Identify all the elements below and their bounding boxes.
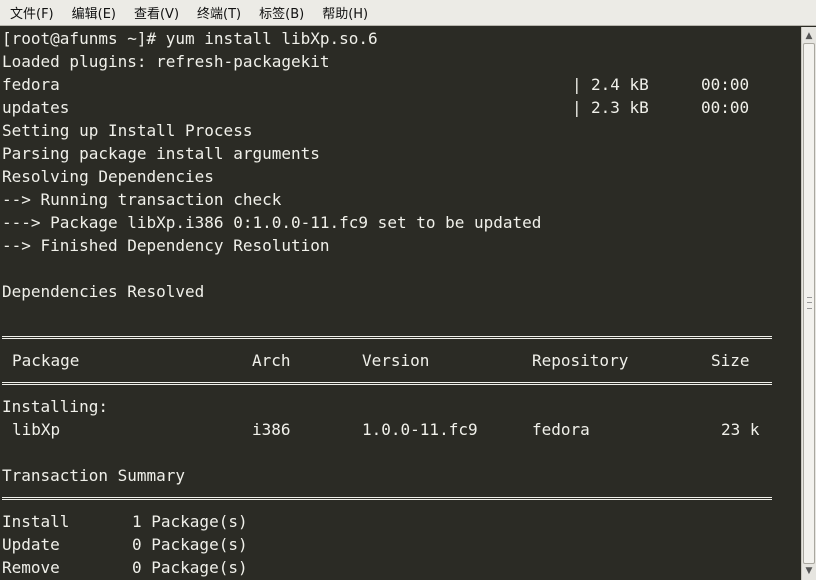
table-header: Package Arch Version Repository Size	[0, 349, 801, 372]
header-package: Package	[12, 351, 80, 370]
plugins-line: Loaded plugins: refresh-packagekit	[2, 52, 330, 71]
section-label: Installing:	[2, 397, 108, 416]
menu-view[interactable]: 查看(V)	[124, 3, 187, 22]
menu-tabs[interactable]: 标签(B)	[249, 3, 312, 22]
repo-size: 2.3 kB	[591, 98, 649, 117]
menu-help[interactable]: 帮助(H)	[312, 3, 376, 22]
cell-size: 23 k	[721, 420, 760, 439]
header-size: Size	[711, 351, 750, 370]
summary-row: Update 0 Package(s)	[0, 533, 801, 556]
repo-bar: |	[572, 75, 582, 94]
table-separator	[0, 487, 801, 510]
repo-line: updates | 2.3 kB 00:00	[0, 96, 801, 119]
repo-name: fedora	[2, 75, 60, 94]
log-line: Resolving Dependencies	[2, 167, 214, 186]
repo-name: updates	[2, 98, 70, 117]
repo-time: 00:00	[701, 98, 750, 117]
repo-time: 00:00	[701, 75, 750, 94]
header-arch: Arch	[252, 351, 291, 370]
menu-edit[interactable]: 编辑(E)	[62, 3, 124, 22]
resolved-line: Dependencies Resolved	[2, 282, 205, 301]
menu-file[interactable]: 文件(F)	[0, 3, 62, 22]
prompt-line: [root@afunms ~]# yum install libXp.so.6	[2, 29, 378, 48]
repo-line: fedora | 2.4 kB 00:00	[0, 73, 801, 96]
summary-title: Transaction Summary	[2, 466, 186, 485]
summary-action: Remove	[2, 558, 60, 577]
log-line: ---> Package libXp.i386 0:1.0.0-11.fc9 s…	[2, 213, 542, 232]
header-version: Version	[362, 351, 430, 370]
summary-count: 0 Package(s)	[132, 535, 248, 554]
vertical-scrollbar[interactable]: ▲ ▼	[801, 27, 816, 580]
terminal-output[interactable]: [root@afunms ~]# yum install libXp.so.6 …	[0, 27, 801, 580]
table-separator	[0, 326, 801, 349]
menu-terminal[interactable]: 终端(T)	[187, 3, 249, 22]
scrollbar-thumb[interactable]	[803, 43, 815, 564]
menu-bar: 文件(F) 编辑(E) 查看(V) 终端(T) 标签(B) 帮助(H)	[0, 0, 816, 26]
summary-row: Install 1 Package(s)	[0, 510, 801, 533]
summary-action: Install	[2, 512, 70, 531]
table-separator	[0, 372, 801, 395]
repo-bar: |	[572, 98, 582, 117]
log-line: --> Finished Dependency Resolution	[2, 236, 330, 255]
summary-action: Update	[2, 535, 60, 554]
header-repository: Repository	[532, 351, 629, 370]
summary-row: Remove 0 Package(s)	[0, 556, 801, 579]
log-line: Parsing package install arguments	[2, 144, 320, 163]
repo-size: 2.4 kB	[591, 75, 649, 94]
cell-package: libXp	[12, 420, 61, 439]
cell-repository: fedora	[532, 420, 590, 439]
cell-version: 1.0.0-11.fc9	[362, 420, 478, 439]
summary-count: 0 Package(s)	[132, 558, 248, 577]
log-line: --> Running transaction check	[2, 190, 282, 209]
summary-count: 1 Package(s)	[132, 512, 248, 531]
scroll-up-icon[interactable]: ▲	[803, 29, 815, 43]
scroll-down-icon[interactable]: ▼	[803, 564, 815, 578]
cell-arch: i386	[252, 420, 291, 439]
table-row: libXp i386 1.0.0-11.fc9 fedora 23 k	[0, 418, 801, 441]
log-line: Setting up Install Process	[2, 121, 253, 140]
grip-icon	[807, 297, 812, 309]
